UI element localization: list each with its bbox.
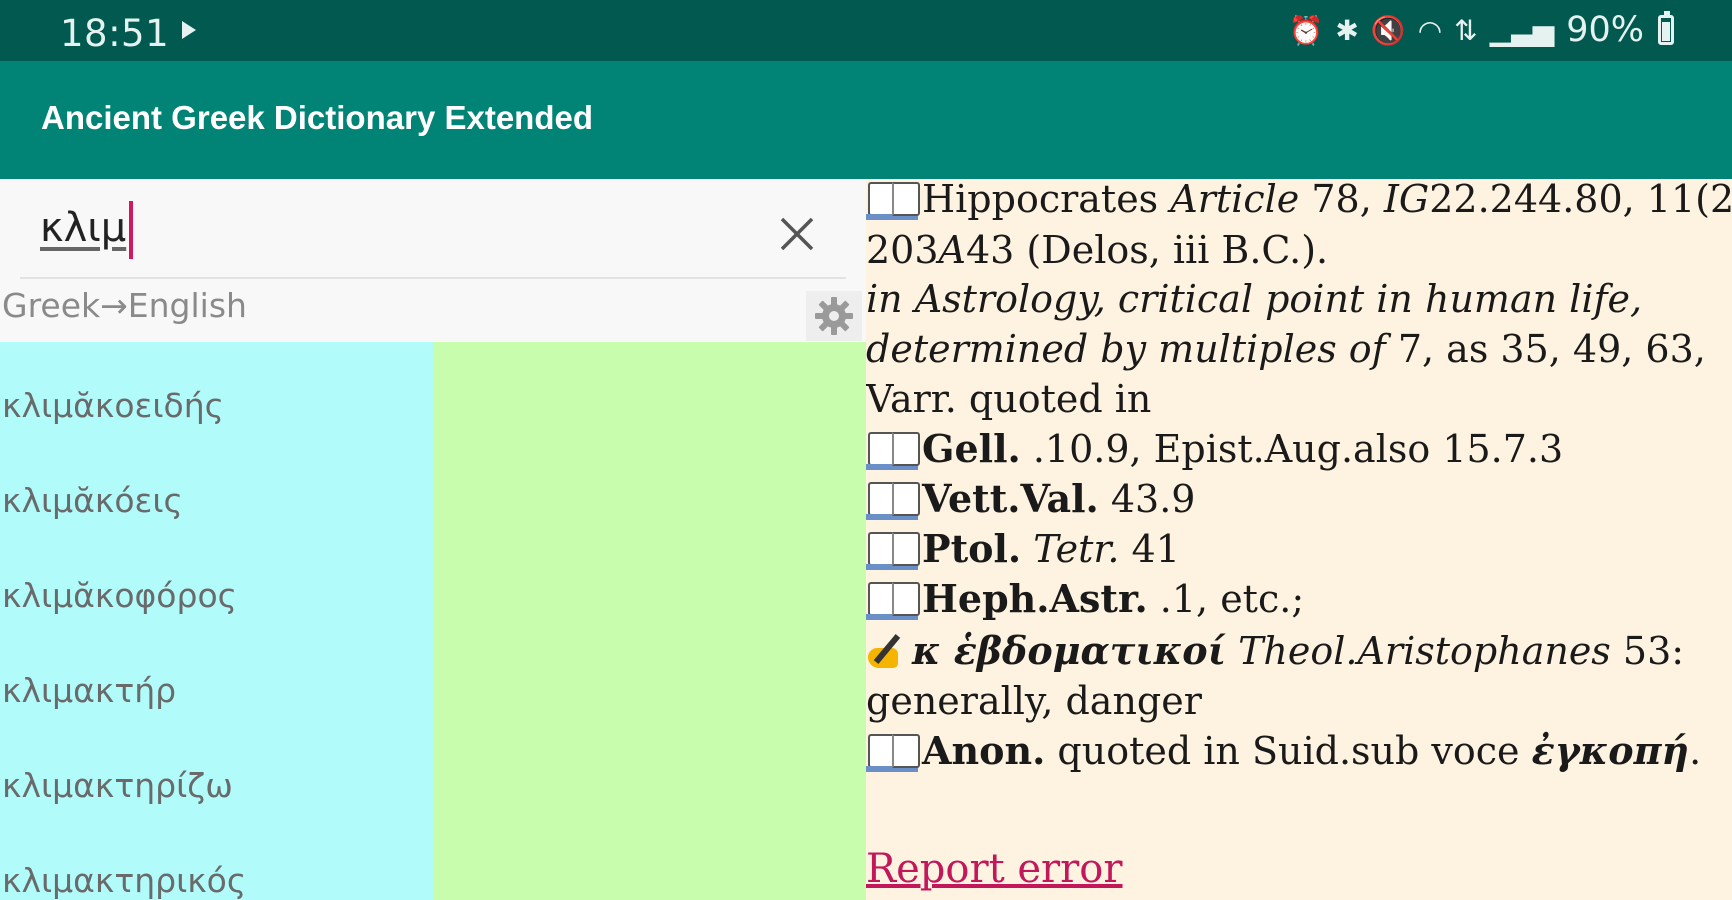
status-icons: ⏰ ✱ 🔇 ◠ ⇅ ▁▃▅ 90% <box>1288 10 1674 50</box>
entry-greek: ἐγκοπή <box>1531 728 1690 773</box>
app-title: Ancient Greek Dictionary Extended <box>41 99 593 136</box>
pen-icon <box>866 630 912 670</box>
entry-ref: .1, etc.; <box>1147 577 1305 621</box>
entry-definition: generally, danger <box>866 679 1202 723</box>
entry-citation: Gell. .10.9, Epist.Aug.also 15.7.3 <box>866 423 1563 475</box>
book-icon <box>866 182 920 220</box>
entry-ref: 53: <box>1610 629 1685 673</box>
list-item[interactable]: κλιμακτήρ <box>2 661 176 721</box>
entry-definition: determined by multiples of <box>866 327 1386 371</box>
entry-definition: 7, as 35, 49, 63, <box>1385 327 1706 371</box>
report-error-link[interactable]: Report error <box>866 843 1123 895</box>
entry-author: Gell. <box>922 426 1021 471</box>
entry-ref: .10.9, Epist.Aug.also 15.7.3 <box>1020 427 1564 471</box>
entry-ref: 43 (Delos, iii B.C.). <box>965 228 1329 272</box>
entry-author: Ptol. <box>922 526 1022 571</box>
entry-greek: κ ἑβδοματικοί <box>912 628 1226 673</box>
entry-ref: 78, <box>1311 179 1372 221</box>
entry-author: Hippocrates <box>922 179 1159 221</box>
battery-percent: 90% <box>1566 10 1644 50</box>
close-icon <box>780 217 814 251</box>
list-item[interactable]: κλιμακτηρικός <box>2 851 246 900</box>
app-bar: Ancient Greek Dictionary Extended <box>0 61 1732 179</box>
entry-author: Heph.Astr. <box>922 576 1148 621</box>
gear-icon <box>815 297 853 335</box>
entry-ref: . <box>1689 729 1702 773</box>
book-icon <box>866 482 920 520</box>
data-icon: ⇅ <box>1454 13 1478 47</box>
list-item[interactable]: κλιμακτηρίζω <box>2 756 233 816</box>
entry-ref: 41 <box>1119 527 1180 571</box>
settings-button[interactable] <box>806 291 862 341</box>
alarm-icon: ⏰ <box>1288 13 1324 47</box>
entry-author: Anon. <box>922 728 1046 773</box>
status-bar: 18:51 ⏰ ✱ 🔇 ◠ ⇅ ▁▃▅ 90% <box>0 0 1732 61</box>
entry-pane: Hippocrates Article 78, IG22.244.80, 11(… <box>866 179 1732 900</box>
bluetooth-icon: ✱ <box>1335 13 1359 47</box>
entry-ref: 203 <box>866 228 939 272</box>
entry-work: IG <box>1383 179 1430 221</box>
list-item[interactable]: κλιμᾰκοφόρος <box>2 566 237 626</box>
entry-ref: 22.244.80, 11(2). <box>1429 179 1732 221</box>
clear-search-button[interactable] <box>772 209 822 259</box>
entry-citation: κ ἑβδοματικοί Theol.Aristophanes 53: <box>866 625 1684 677</box>
signal-icon: ▁▃▅ <box>1489 13 1555 47</box>
list-item[interactable]: κλιμᾰκόεις <box>2 471 183 531</box>
search-pane: κλιμ Greek→English κλιμᾰκοειδής κλιμᾰκόε… <box>0 179 866 900</box>
entry-ref: quoted in Suid.sub voce <box>1045 729 1532 773</box>
entry-line: Varr. quoted in <box>866 377 1152 421</box>
translation-direction[interactable]: Greek→English <box>2 286 247 325</box>
entry-ref: A <box>938 228 966 272</box>
book-icon <box>866 532 920 570</box>
entry-citation: Anon. quoted in Suid.sub voce ἐγκοπή. <box>866 725 1701 777</box>
entry-citation: Heph.Astr. .1, etc.; <box>866 573 1304 625</box>
entry-work: Article <box>1170 179 1300 221</box>
entry-definition: in Astrology, critical point in human li… <box>866 277 1643 321</box>
entry-line: determined by multiples of 7, as 35, 49,… <box>866 323 1706 375</box>
entry-ref: 43.9 <box>1098 477 1196 521</box>
entry-author: Vett.Val. <box>922 476 1099 521</box>
entry-line: 203A43 (Delos, iii B.C.). <box>866 224 1328 276</box>
mute-icon: 🔇 <box>1370 13 1406 47</box>
entry-work: Tetr. <box>1033 527 1120 571</box>
entry-citation: Ptol. Tetr. 41 <box>866 523 1180 575</box>
list-item[interactable]: κλιμᾰκοειδής <box>2 376 224 436</box>
search-underline <box>20 277 846 279</box>
text-caret <box>129 201 133 259</box>
entry-citation: Vett.Val. 43.9 <box>866 473 1196 525</box>
word-list[interactable]: κλιμᾰκοειδής κλιμᾰκόεις κλιμᾰκοφόρος κλι… <box>0 342 866 900</box>
search-area: κλιμ Greek→English <box>0 179 866 342</box>
book-icon <box>866 582 920 620</box>
search-input[interactable]: κλιμ <box>40 205 126 251</box>
book-icon <box>866 432 920 470</box>
play-icon <box>182 21 196 39</box>
entry-work: Theol.Aristophanes <box>1238 629 1611 673</box>
book-icon <box>866 734 920 772</box>
battery-icon <box>1658 11 1674 45</box>
entry-line: Hippocrates Article 78, IG22.244.80, 11(… <box>866 179 1732 225</box>
status-time: 18:51 <box>60 12 170 55</box>
wifi-icon: ◠ <box>1417 13 1443 47</box>
